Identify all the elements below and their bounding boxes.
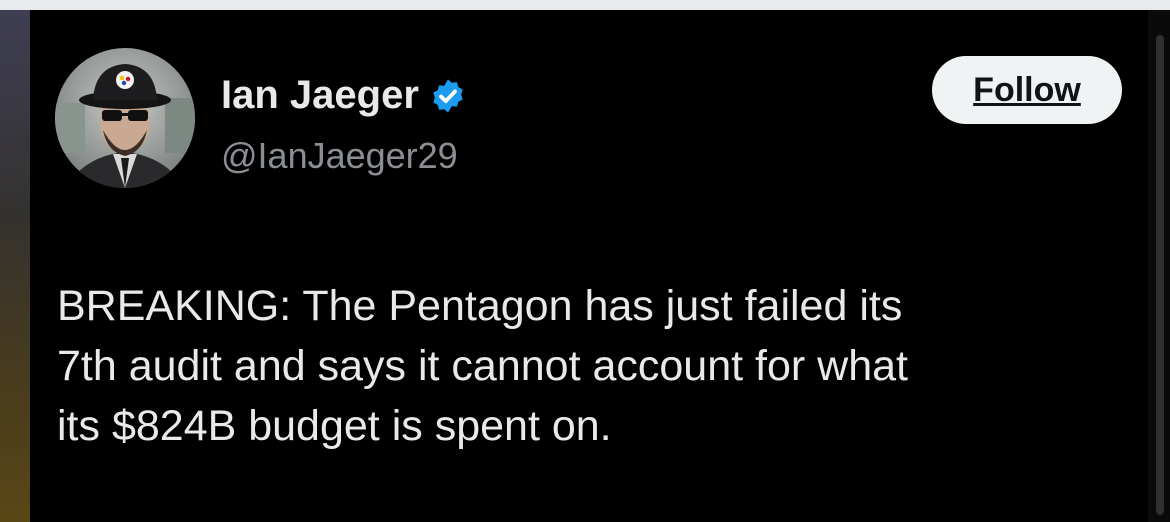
tweet-text-line: 7th audit and says it cannot account for… [57, 342, 908, 390]
left-background-strip [0, 10, 30, 522]
tweet-text: BREAKING: The Pentagon has just failed i… [57, 276, 1137, 456]
author-name[interactable]: Ian Jaeger [221, 73, 467, 118]
author-handle[interactable]: @IanJaeger29 [221, 135, 458, 177]
author-name-text: Ian Jaeger [221, 73, 419, 117]
tweet-text-line: BREAKING: The Pentagon has just failed i… [57, 282, 903, 330]
top-edge [0, 0, 1170, 10]
avatar[interactable] [55, 48, 195, 188]
tweet-text-line: its $824B budget is spent on. [57, 402, 612, 450]
avatar-image [55, 48, 195, 188]
scrollbar-track[interactable] [1148, 10, 1170, 522]
scrollbar-thumb[interactable] [1156, 35, 1164, 515]
verified-badge-icon [433, 78, 463, 113]
tweet-card: Ian Jaeger @IanJaeger29 Follow BREAKING:… [30, 10, 1148, 522]
follow-button[interactable]: Follow [932, 56, 1122, 124]
